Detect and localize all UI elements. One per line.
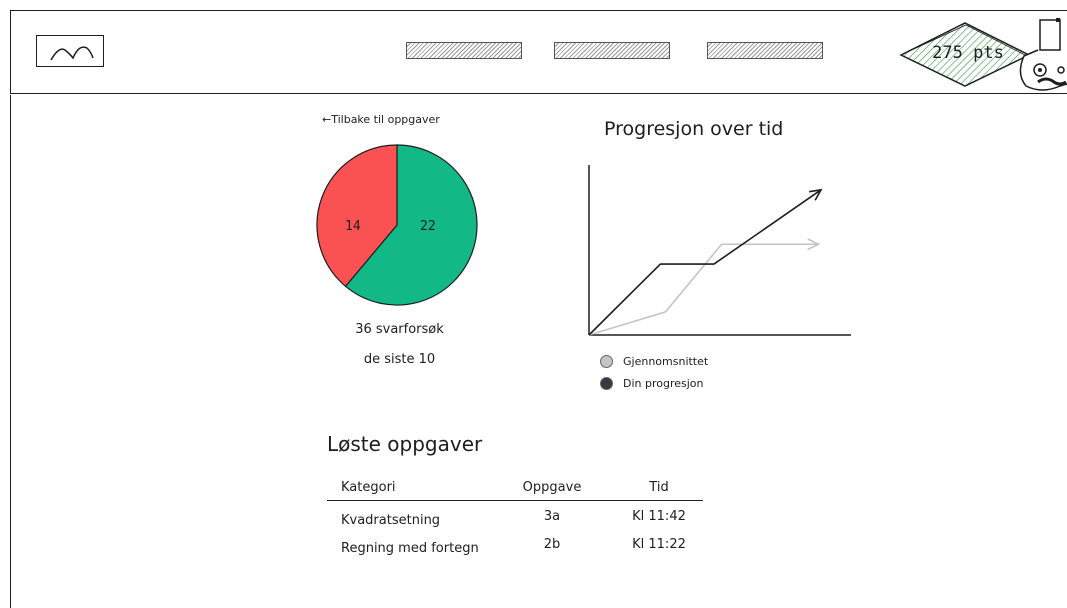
nav-item-3[interactable]	[707, 42, 823, 59]
legend-item-progress: Din progresjon	[600, 372, 708, 394]
chart-legend: Gjennomsnittet Din progresjon	[600, 350, 708, 394]
column-header-time: Tid	[649, 480, 669, 495]
attempts-caption: 36 svarforsøk	[355, 322, 444, 337]
legend-item-average: Gjennomsnittet	[600, 350, 708, 372]
legend-swatch-progress	[600, 376, 613, 390]
avatar-chef-icon[interactable]	[1012, 14, 1067, 94]
legend-swatch-average	[600, 354, 613, 368]
row-time: Kl 11:42	[632, 509, 686, 524]
series-arrowhead-1	[809, 188, 823, 201]
back-to-tasks-link[interactable]: ←Tilbake til oppgaver	[322, 113, 440, 126]
nav-item-2[interactable]	[554, 42, 670, 59]
legend-label-average: Gjennomsnittet	[623, 354, 709, 368]
window-frame	[10, 95, 11, 608]
row-time: Kl 11:22	[632, 537, 686, 552]
column-header-category: Kategori	[341, 480, 396, 495]
points-value: 275 pts	[932, 43, 1004, 63]
table-row[interactable]: Regning med fortegn 2b Kl 11:22	[327, 535, 703, 563]
progress-chart-title: Progresjon over tid	[604, 118, 784, 140]
solved-tasks-table: Kategori Oppgave Tid Kvadratsetning 3a K…	[327, 480, 703, 563]
series-line-0	[588, 243, 819, 336]
progress-line-chart	[588, 165, 851, 336]
attempts-pie-chart	[316, 144, 478, 306]
column-header-task: Oppgave	[522, 480, 582, 495]
pie-label-wrong: 14	[345, 219, 361, 234]
table-row[interactable]: Kvadratsetning 3a Kl 11:42	[327, 507, 703, 535]
page: 275 pts ←Tilbake til oppgaver 22 14 36 s…	[0, 0, 1067, 608]
series-line-1	[588, 189, 822, 336]
row-category: Kvadratsetning	[341, 513, 441, 528]
row-task: 3a	[543, 509, 561, 524]
legend-label-progress: Din progresjon	[623, 376, 704, 390]
table-header: Kategori Oppgave Tid	[327, 480, 703, 501]
row-category: Regning med fortegn	[341, 541, 479, 556]
attempts-period-caption: de siste 10	[363, 352, 436, 367]
nav-item-1[interactable]	[406, 42, 522, 59]
logo-image-icon[interactable]	[36, 35, 104, 67]
row-task: 2b	[543, 537, 561, 552]
pie-label-correct: 22	[420, 219, 436, 234]
solved-tasks-title: Løste oppgaver	[327, 432, 483, 456]
